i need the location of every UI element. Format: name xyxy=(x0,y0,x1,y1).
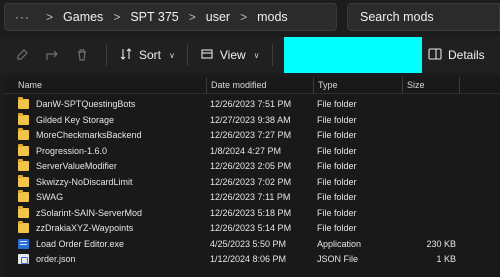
toolbar-divider xyxy=(106,44,107,66)
file-type: File folder xyxy=(317,192,357,202)
file-name: order.json xyxy=(36,254,76,264)
file-date-modified: 4/25/2023 5:50 PM xyxy=(210,238,287,249)
column-divider[interactable] xyxy=(313,77,314,94)
column-divider[interactable] xyxy=(402,77,403,94)
file-row[interactable]: zzDrakiaXYZ-Waypoints 12/26/2023 5:14 PM F… xyxy=(4,221,500,237)
delete-icon[interactable] xyxy=(72,45,92,65)
folder-icon xyxy=(18,205,29,218)
file-date-modified: 12/26/2023 5:14 PM xyxy=(210,223,292,233)
breadcrumb-mods[interactable]: mods xyxy=(257,10,288,24)
file-size: 1 KB xyxy=(436,254,456,264)
file-date-modified: 12/27/2023 9:38 AM xyxy=(210,114,291,125)
file-type: Application xyxy=(317,238,362,249)
file-name: SWAG xyxy=(36,192,64,202)
file-row[interactable]: Skwizzy-NoDiscardLimit 12/26/2023 7:02 PM… xyxy=(4,174,500,191)
file-type: File folder xyxy=(317,161,357,171)
file-row[interactable]: DanW-SPTQuestingBots 12/26/2023 7:51 PM Fi… xyxy=(4,97,500,113)
view-label: View xyxy=(219,48,246,62)
column-divider[interactable] xyxy=(459,77,460,94)
highlight-region xyxy=(284,37,422,73)
view-button[interactable]: View ∨ xyxy=(194,42,266,68)
file-name: Load Order Editor.exe xyxy=(36,238,125,249)
file-name: ServerValueModifier xyxy=(36,161,117,171)
details-pane-button[interactable]: Details xyxy=(428,42,485,68)
chevron-right-icon: > xyxy=(46,10,54,24)
chevron-down-icon: ∨ xyxy=(253,50,260,60)
folder-icon xyxy=(18,221,29,233)
breadcrumb-spt[interactable]: SPT 375 xyxy=(130,10,178,24)
file-date-modified: 12/26/2023 7:02 PM xyxy=(210,176,292,187)
search-input[interactable]: Search mods xyxy=(347,3,500,31)
file-name: Gilded Key Storage xyxy=(36,114,115,125)
column-divider[interactable] xyxy=(206,77,207,94)
file-row[interactable]: SWAG 12/26/2023 7:11 PM File folder xyxy=(4,190,500,206)
file-date-modified: 1/8/2024 4:27 PM xyxy=(210,145,282,156)
file-type: File folder xyxy=(317,99,357,109)
file-date-modified: 12/26/2023 7:51 PM xyxy=(210,99,292,109)
folder-icon xyxy=(18,159,29,171)
file-row[interactable]: Progression-1.6.0 1/8/2024 4:27 PM File fo… xyxy=(4,143,500,160)
file-type: JSON File xyxy=(317,254,359,264)
view-icon xyxy=(200,47,214,64)
breadcrumb-games[interactable]: Games xyxy=(63,10,103,24)
file-date-modified: 12/26/2023 7:11 PM xyxy=(210,192,291,202)
column-header-date[interactable]: Date modified xyxy=(211,80,267,90)
column-header-size[interactable]: Size xyxy=(407,80,425,90)
file-row[interactable]: MoreCheckmarksBackend 12/26/2023 7:27 PM F… xyxy=(4,128,500,144)
file-row[interactable]: zSolarint-SAIN-ServerMod 12/26/2023 5:18 … xyxy=(4,205,500,222)
file-type: File folder xyxy=(317,176,357,187)
file-size: 230 KB xyxy=(426,238,456,249)
address-bar[interactable]: ··· > Games > SPT 375 > user > mods xyxy=(4,3,337,31)
file-date-modified: 12/26/2023 2:05 PM xyxy=(210,161,292,171)
file-date-modified: 12/26/2023 5:18 PM xyxy=(210,207,292,218)
sort-icon xyxy=(119,47,133,64)
file-type: File folder xyxy=(317,207,357,218)
share-icon[interactable] xyxy=(42,45,62,65)
json-file-icon xyxy=(18,254,29,264)
file-name: MoreCheckmarksBackend xyxy=(36,130,142,140)
command-bar: Sort ∨ View ∨ ··· xyxy=(0,37,500,73)
file-name: zzDrakiaXYZ-Waypoints xyxy=(36,223,134,233)
breadcrumb-user[interactable]: user xyxy=(206,10,230,24)
column-header-name[interactable]: Name xyxy=(18,80,42,90)
file-row[interactable]: ServerValueModifier 12/26/2023 2:05 PM Fil… xyxy=(4,159,500,175)
file-date-modified: 1/12/2024 8:06 PM xyxy=(210,254,287,264)
file-name: DanW-SPTQuestingBots xyxy=(36,99,136,109)
application-icon xyxy=(18,238,29,249)
folder-icon xyxy=(18,190,29,202)
file-name: zSolarint-SAIN-ServerMod xyxy=(36,207,143,218)
column-header-type[interactable]: Type xyxy=(318,80,338,90)
address-row: ··· > Games > SPT 375 > user > mods Sear… xyxy=(0,0,500,34)
file-name: Progression-1.6.0 xyxy=(36,145,108,156)
rename-icon[interactable] xyxy=(12,45,32,65)
folder-icon xyxy=(18,143,29,156)
file-list: Name Date modified Type Size DanW-SPTQue… xyxy=(4,77,500,277)
file-row[interactable]: order.json 1/12/2024 8:06 PM JSON File 1 KB xyxy=(4,252,500,268)
file-type: File folder xyxy=(317,223,357,233)
file-date-modified: 12/26/2023 7:27 PM xyxy=(210,130,292,140)
breadcrumb-overflow-button[interactable]: ··· xyxy=(15,10,30,24)
chevron-down-icon: ∨ xyxy=(169,50,175,60)
file-type: File folder xyxy=(317,130,357,140)
folder-icon xyxy=(18,174,29,187)
file-row[interactable]: Gilded Key Storage 12/27/2023 9:38 AM File… xyxy=(4,112,500,129)
chevron-right-icon: > xyxy=(113,10,121,24)
file-row[interactable]: Load Order Editor.exe 4/25/2023 5:50 PM Ap… xyxy=(4,237,500,253)
file-type: File folder xyxy=(317,114,357,125)
toolbar-divider xyxy=(271,44,273,66)
column-header-row: Name Date modified Type Size xyxy=(4,77,500,94)
sort-button[interactable]: Sort ∨ xyxy=(113,42,181,68)
chevron-right-icon: > xyxy=(188,10,196,24)
folder-icon xyxy=(18,112,29,125)
file-type: File folder xyxy=(317,145,357,156)
chevron-right-icon: > xyxy=(240,10,248,24)
file-name: Skwizzy-NoDiscardLimit xyxy=(36,176,133,187)
folder-icon xyxy=(18,97,29,109)
folder-icon xyxy=(18,128,29,140)
details-label: Details xyxy=(448,48,485,62)
sort-label: Sort xyxy=(139,48,162,62)
details-pane-icon xyxy=(428,47,442,63)
toolbar-divider xyxy=(186,44,188,66)
